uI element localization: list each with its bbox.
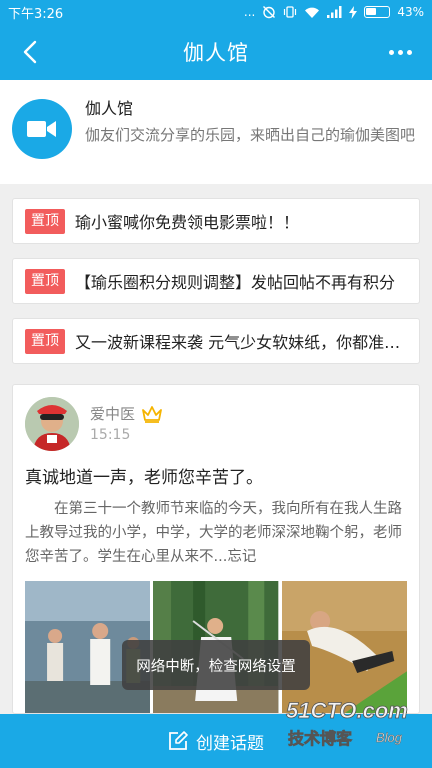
charging-icon <box>349 5 358 19</box>
crown-icon <box>142 405 162 423</box>
watermark-bottom-right: Blog <box>376 730 403 745</box>
network-error-toast: 网络中断，检查网络设置 <box>122 640 310 690</box>
video-camera-icon <box>27 121 56 137</box>
pinned-post[interactable]: 置顶 瑜小蜜喊你免费领电影票啦！！ <box>12 198 420 244</box>
battery-icon <box>364 6 391 18</box>
watermark-bottom-left: 技术博客 <box>288 729 353 748</box>
watermark-top: 51CTO.com <box>286 698 408 723</box>
app-bar: 伽人馆 <box>0 24 432 80</box>
avatar-image <box>25 397 79 451</box>
create-topic-label: 创建话题 <box>196 733 264 754</box>
status-icons: ... 43% <box>244 5 424 19</box>
pinned-post[interactable]: 置顶 又一波新课程来袭 元气少女软妹纸，你都准备好了吗 <box>12 318 420 364</box>
post-body: 在第三十一个教师节来临的今天，我向所有在我人生路上教导过我的小学，中学，大学的老… <box>25 501 402 565</box>
cell-signal-icon <box>327 6 342 18</box>
post-title: 真诚地道一声，老师您辛苦了。 <box>25 468 263 488</box>
alarm-off-icon <box>263 6 276 19</box>
signal-dots: ... <box>243 5 256 19</box>
post-author[interactable]: 爱中医 <box>90 403 163 424</box>
author-name: 爱中医 <box>90 405 136 423</box>
group-logo <box>12 99 72 159</box>
page-title: 伽人馆 <box>183 41 249 65</box>
status-time: 下午3:26 <box>8 6 64 22</box>
avatar[interactable] <box>25 397 79 451</box>
toast-text: 网络中断，检查网络设置 <box>136 658 296 675</box>
post-time: 15:15 <box>90 427 131 443</box>
group-description: 伽友们交流分享的乐园，来晒出自己的瑜伽美图吧 <box>85 126 416 144</box>
battery-percent: 43% <box>397 5 424 19</box>
pinned-title: 【瑜乐圈积分规则调整】发帖回帖不再有积分 <box>75 273 396 292</box>
chevron-left-icon <box>23 40 37 64</box>
site-watermark: 51CTO.com 技术博客 Blog <box>282 696 418 752</box>
pinned-tag: 置顶 <box>25 328 65 354</box>
pinned-tag: 置顶 <box>25 268 65 294</box>
wifi-icon <box>305 7 320 18</box>
more-dots-icon <box>388 49 394 55</box>
edit-icon <box>169 731 188 750</box>
pinned-title: 瑜小蜜喊你免费领电影票啦！！ <box>75 213 300 232</box>
status-bar: 下午3:26 ... 43% <box>0 0 432 24</box>
more-dot <box>406 49 412 55</box>
more-button[interactable] <box>382 32 418 72</box>
more-dot <box>397 49 403 55</box>
back-button[interactable] <box>10 32 50 72</box>
pinned-title: 又一波新课程来袭 元气少女软妹纸，你都准备好了吗 <box>75 333 419 352</box>
vibrate-icon <box>284 6 297 18</box>
pinned-tag: 置顶 <box>25 208 65 234</box>
watermark-logo: 51CTO.com 技术博客 Blog <box>286 698 409 749</box>
group-name: 伽人馆 <box>85 99 134 118</box>
group-header[interactable]: 伽人馆 伽友们交流分享的乐园，来晒出自己的瑜伽美图吧 <box>0 80 432 184</box>
pinned-post[interactable]: 置顶 【瑜乐圈积分规则调整】发帖回帖不再有积分 <box>12 258 420 304</box>
